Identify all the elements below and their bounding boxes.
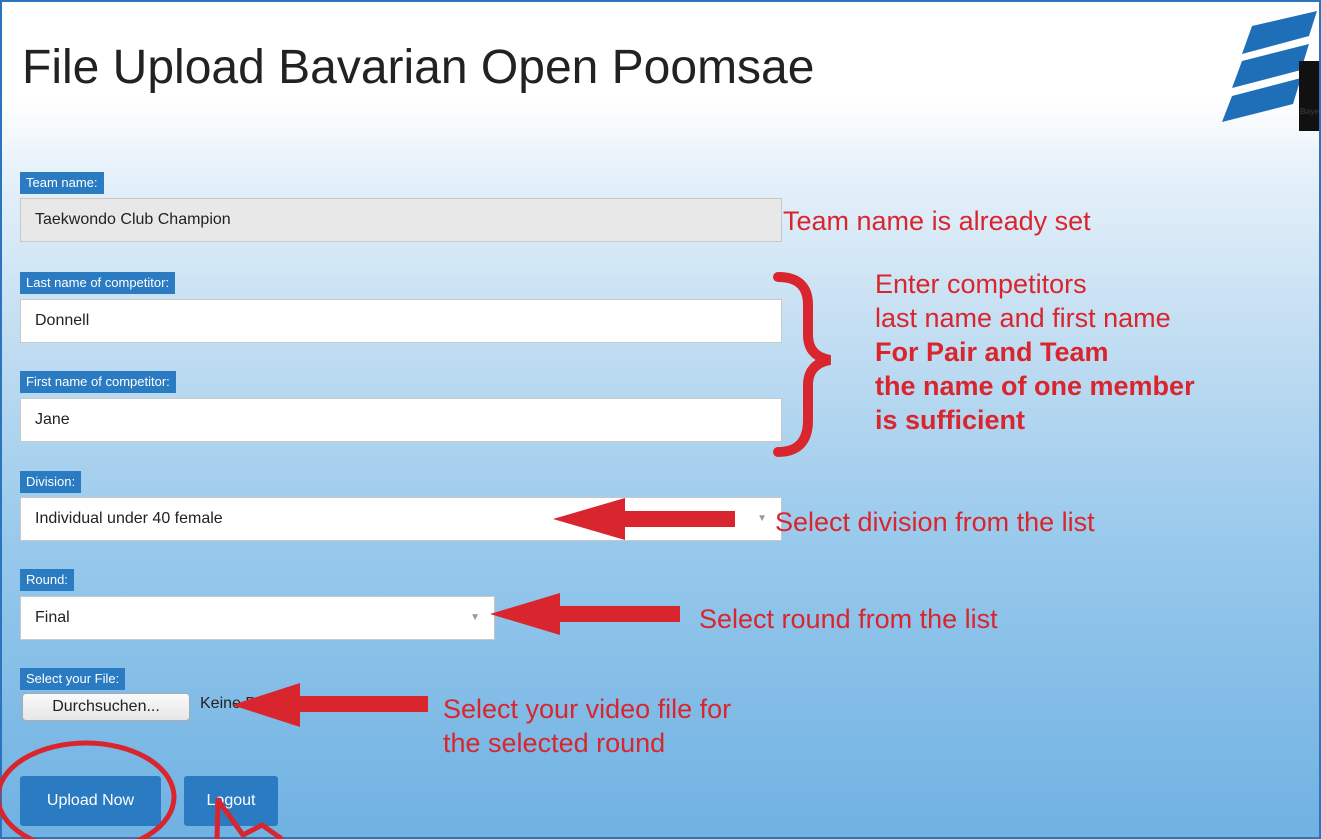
annotation-round: Select round from the list — [699, 604, 998, 634]
upload-button[interactable]: Upload Now — [20, 776, 161, 826]
page-title: File Upload Bavarian Open Poomsae — [22, 41, 815, 94]
bavarian-logo — [1222, 11, 1319, 131]
browse-button[interactable]: Durchsuchen... — [22, 693, 190, 721]
file-status: Keine Datei ausgewählt. — [200, 695, 373, 712]
annotation-file-line: Select your video file for — [443, 694, 732, 724]
division-value: Individual under 40 female — [35, 510, 223, 527]
round-label: Round: — [20, 569, 74, 591]
chevron-down-icon: ▼ — [757, 513, 767, 524]
page-frame: File Upload Bavarian Open Poomsae Bayer … — [0, 0, 1321, 839]
first-name-label: First name of competitor: — [20, 371, 176, 393]
annotation-file-line: the selected round — [443, 728, 666, 758]
annotation-division: Select division from the list — [775, 507, 1095, 537]
annotation-names-line: the name of one member — [875, 371, 1195, 401]
annotation-names-line: Enter competitors — [875, 269, 1087, 299]
last-name-label: Last name of competitor: — [20, 272, 176, 294]
annotation-file: Select your video file for the selected … — [443, 692, 731, 760]
annotation-names-line: last name and first name — [875, 303, 1171, 333]
file-label: Select your File: — [20, 668, 126, 690]
chevron-down-icon: ▼ — [470, 612, 480, 623]
first-name-field[interactable]: Jane — [20, 398, 782, 442]
logo-text: Bayer — [1300, 107, 1321, 116]
annotation-names-line: is sufficient — [875, 405, 1026, 435]
logout-button[interactable]: Logout — [184, 776, 278, 826]
round-value: Final — [35, 609, 70, 626]
round-select[interactable]: Final ▼ — [20, 596, 495, 640]
annotation-team: Team name is already set — [783, 206, 1091, 236]
annotation-names: Enter competitors last name and first na… — [875, 267, 1195, 437]
division-label: Division: — [20, 471, 82, 493]
last-name-field[interactable]: Donnell — [20, 299, 782, 343]
team-name-field: Taekwondo Club Champion — [20, 198, 782, 242]
annotation-names-line: For Pair and Team — [875, 337, 1109, 367]
team-name-label: Team name: — [20, 172, 104, 194]
division-select[interactable]: Individual under 40 female ▼ — [20, 497, 782, 541]
